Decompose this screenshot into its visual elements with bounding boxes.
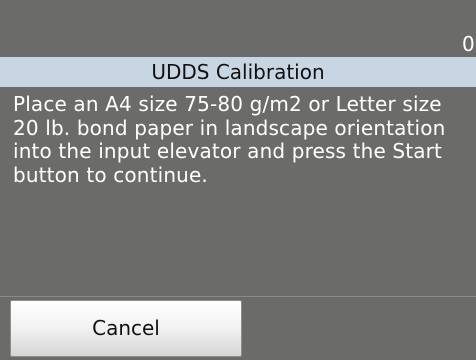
calibration-instructions: Place an A4 size 75-80 g/m2 or Letter si… — [13, 92, 446, 187]
status-counter: 0 — [462, 32, 475, 56]
udds-calibration-screen: 0 UDDS Calibration Place an A4 size 75-8… — [0, 0, 476, 360]
dialog-title: UDDS Calibration — [0, 57, 476, 87]
cancel-button[interactable]: Cancel — [10, 300, 242, 357]
status-bar: 0 — [0, 0, 476, 57]
